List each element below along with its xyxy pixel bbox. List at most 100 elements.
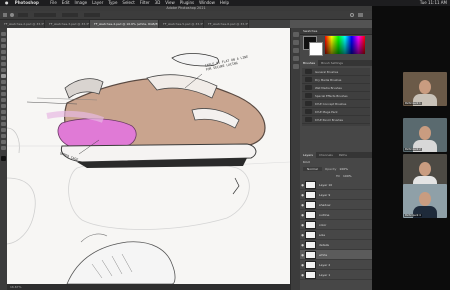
menu-item[interactable]: Edit (62, 0, 70, 5)
brush-presets-icon[interactable] (293, 56, 299, 61)
layer-name: Layer 9 (319, 192, 331, 197)
participant-video-tile[interactable]: Participant 2 (403, 118, 447, 152)
menu-item[interactable]: File (50, 0, 57, 5)
menu-item[interactable]: Window (199, 0, 215, 5)
document-tab[interactable]: FF_sketches-5.psd @ 33.3% (Grou... (159, 20, 204, 28)
brush-tool-icon[interactable] (10, 13, 14, 17)
adjustments-icon[interactable] (293, 48, 299, 53)
brush-size-dropdown[interactable] (18, 13, 28, 17)
layer-row[interactable]: ● color (300, 220, 372, 230)
mode-dropdown[interactable] (34, 13, 56, 17)
shape-tool-icon[interactable] (1, 134, 6, 138)
layer-row[interactable]: ● details (300, 240, 372, 250)
opacity-field[interactable] (62, 13, 78, 17)
history-icon[interactable] (293, 32, 299, 37)
lasso-tool-icon[interactable] (1, 44, 6, 48)
document-tab[interactable]: FF_sketches-3.psd @ 33.3% (Brush... (45, 20, 90, 28)
pen-tool-icon[interactable] (1, 116, 6, 120)
menu-item[interactable]: View (165, 0, 175, 5)
menu-item[interactable]: Filter (140, 0, 150, 5)
search-icon[interactable] (350, 13, 354, 17)
opacity-value[interactable]: 100% (339, 167, 348, 171)
layer-row[interactable]: ● Layer 9 (300, 190, 372, 200)
layer-thumbnail (305, 240, 316, 249)
zoom-tool-icon[interactable] (1, 146, 6, 150)
document-tab[interactable]: FF_sketches-2.psd @ 33.3% (Layer... (0, 20, 45, 28)
layer-list: ● Layer 10 ● Layer 9 ● shadow ● outline ● color ● s… (300, 180, 372, 286)
layers-panel-tab[interactable]: Paths (336, 152, 350, 158)
crop-tool-icon[interactable] (1, 56, 6, 60)
path-select-icon[interactable] (1, 128, 6, 132)
brush-group-label: General Brushes (315, 69, 339, 74)
menu-item[interactable]: Type (108, 0, 117, 5)
menu-item[interactable]: Select (122, 0, 134, 5)
history-brush-icon[interactable] (1, 86, 6, 90)
menu-item[interactable]: 3D (155, 0, 161, 5)
folder-icon (305, 85, 312, 90)
brush-group-row[interactable]: Wet Media Brushes (302, 84, 370, 92)
flow-field[interactable] (84, 13, 100, 17)
participant-video-tile[interactable]: Participant 4 (403, 184, 447, 218)
layer-row[interactable]: ● white (300, 250, 372, 260)
layer-row[interactable]: ● shadow (300, 200, 372, 210)
color-picker[interactable] (303, 36, 369, 58)
eyedropper-tool-icon[interactable] (1, 62, 6, 66)
layer-row[interactable]: ● Layer 10 (300, 180, 372, 190)
move-tool-icon[interactable] (1, 32, 6, 36)
properties-icon[interactable] (293, 40, 299, 45)
blend-mode-dropdown[interactable]: Normal (303, 166, 322, 171)
participant-face (419, 162, 431, 176)
brush-group-row[interactable]: Dry Media Brushes (302, 76, 370, 84)
participant-face (419, 80, 431, 94)
brush-group-row[interactable]: Special Effects Brushes (302, 92, 370, 100)
quick-select-tool-icon[interactable] (1, 50, 6, 54)
healing-tool-icon[interactable] (1, 68, 6, 72)
document-tab[interactable]: FF_sketches-6.psd @ 33.3% (Grou... (204, 20, 249, 28)
home-icon[interactable] (3, 13, 7, 17)
menu-item[interactable]: Help (220, 0, 229, 5)
foreground-color-swatch[interactable] (1, 156, 6, 161)
layer-thumbnail (305, 250, 316, 259)
brush-group-label: Dry Media Brushes (315, 77, 342, 82)
type-tool-icon[interactable] (1, 122, 6, 126)
layers-panel-tab[interactable]: Layers (300, 152, 316, 158)
zoom-level[interactable]: 16.67% (10, 285, 21, 289)
brush-group-row[interactable]: KYLE Mega Pack (302, 108, 370, 116)
menu-item[interactable]: Plugins (180, 0, 194, 5)
brush-settings-tab[interactable]: Brush Settings (318, 60, 346, 66)
brush-group-row[interactable]: KYLE Pencil Brushes (302, 116, 370, 124)
dodge-tool-icon[interactable] (1, 110, 6, 114)
eraser-tool-icon[interactable] (1, 92, 6, 96)
layer-row[interactable]: ● sole (300, 230, 372, 240)
filter-kind-label[interactable]: Kind (303, 160, 310, 164)
brushes-tab[interactable]: Brushes (300, 60, 319, 66)
menubar-app-name[interactable]: Photoshop (15, 0, 39, 5)
brush-group-row[interactable]: KYLE Concept Brushes (302, 100, 370, 108)
fill-value[interactable]: 100% (343, 174, 352, 178)
menu-item[interactable]: Layer (92, 0, 103, 5)
brush-group-row[interactable]: General Brushes (302, 68, 370, 76)
document-canvas[interactable]: CABLE IS FLAT ON A LINE FOR SECURE LACIN… (7, 28, 290, 284)
stamp-tool-icon[interactable] (1, 80, 6, 84)
character-icon[interactable] (293, 64, 299, 69)
swatches-panel-tab[interactable]: Swatches (300, 28, 372, 35)
opacity-label: Opacity (324, 166, 337, 171)
document-tab[interactable]: FF_sketches-4.psd @ 16.6% (white, RGB/8) (90, 20, 159, 28)
gradient-tool-icon[interactable] (1, 98, 6, 102)
hand-tool-icon[interactable] (1, 140, 6, 144)
menu-item[interactable]: Image (75, 0, 88, 5)
participant-video-tile[interactable]: Participant 3 (403, 154, 447, 188)
folder-icon (305, 117, 312, 122)
marquee-tool-icon[interactable] (1, 38, 6, 42)
layer-row[interactable]: ● Layer 2 (300, 260, 372, 270)
participant-name: Participant 1 (404, 102, 422, 105)
layer-row[interactable]: ● outline (300, 210, 372, 220)
workspace-icon[interactable] (358, 13, 363, 17)
blur-tool-icon[interactable] (1, 104, 6, 108)
participant-video-tile[interactable]: Participant 1 (403, 72, 447, 106)
apple-icon[interactable]: ● (5, 0, 9, 5)
layer-thumbnail (305, 180, 316, 189)
layers-panel-tab[interactable]: Channels (316, 152, 336, 158)
layer-row[interactable]: ● Layer 1 (300, 270, 372, 280)
brush-tool-icon[interactable] (1, 74, 6, 78)
